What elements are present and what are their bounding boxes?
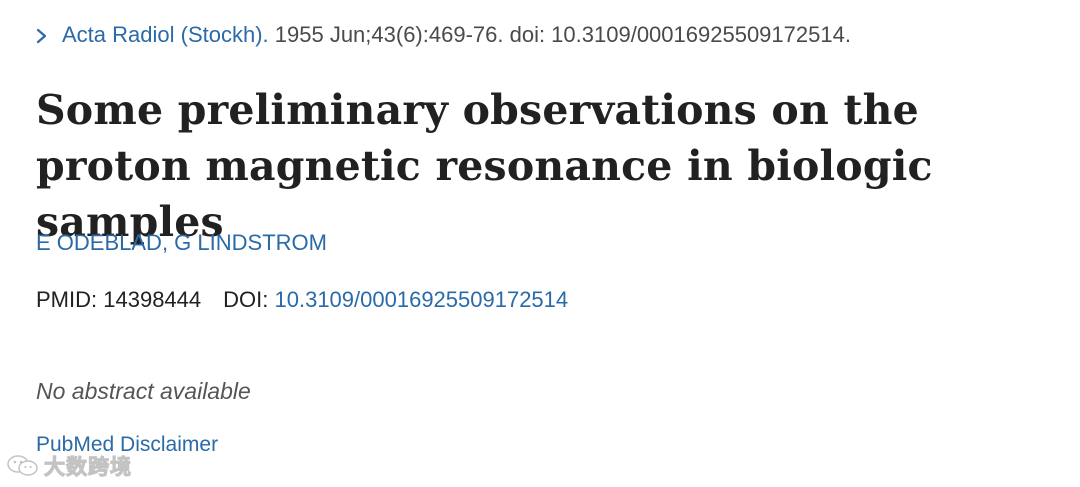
- citation-details: 1955 Jun;43(6):469-76. doi: 10.3109/0001…: [274, 22, 851, 47]
- wechat-logo-icon: [6, 453, 40, 479]
- article-identifiers: PMID: 14398444 DOI: 10.3109/0001692550917…: [36, 285, 568, 315]
- watermark-text: 大数跨境: [44, 455, 132, 480]
- chevron-right-icon[interactable]: [36, 28, 48, 44]
- watermark: 大数跨境: [6, 451, 132, 481]
- article-title: Some preliminary observations on the pro…: [36, 86, 933, 246]
- author-link[interactable]: G LINDSTROM: [174, 230, 327, 255]
- no-abstract-notice: No abstract available: [36, 378, 251, 404]
- author-separator: ,: [161, 230, 175, 255]
- doi-link[interactable]: 10.3109/00016925509172514: [275, 287, 569, 312]
- journal-citation: Acta Radiol (Stockh). 1955 Jun;43(6):469…: [36, 20, 851, 50]
- doi-label: DOI:: [223, 287, 269, 312]
- pmid-label: PMID:: [36, 287, 98, 312]
- authors-list: E ODEBLAD, G LINDSTROM: [36, 228, 327, 258]
- article-page: Acta Radiol (Stockh). 1955 Jun;43(6):469…: [36, 0, 1036, 487]
- pmid-value: 14398444: [103, 287, 202, 312]
- journal-link[interactable]: Acta Radiol (Stockh).: [62, 22, 269, 47]
- author-link[interactable]: E ODEBLAD: [36, 230, 162, 255]
